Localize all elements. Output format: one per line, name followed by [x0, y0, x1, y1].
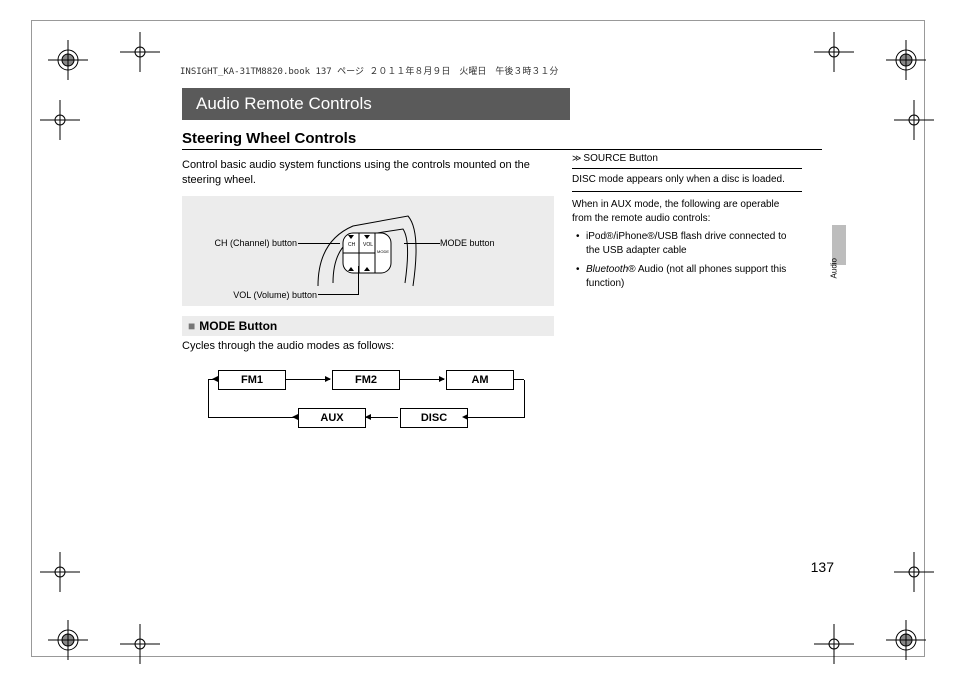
leader-line: [358, 266, 359, 295]
mode-heading-text: MODE Button: [199, 319, 277, 333]
leader-line: [404, 243, 440, 244]
crop-mark-icon: [120, 32, 160, 75]
flow-box-am: AM: [446, 370, 514, 390]
diagram-label-ch: CH (Channel) button: [192, 238, 297, 248]
flow-line: [514, 379, 524, 380]
arrow-icon: [286, 379, 330, 380]
registration-mark-icon: [48, 40, 88, 80]
leader-line: [298, 243, 340, 244]
diagram-label-mode: MODE button: [440, 238, 495, 248]
arrow-icon: [292, 414, 298, 420]
arrow-icon: [400, 379, 444, 380]
svg-text:MODE: MODE: [377, 249, 389, 254]
list-item-text-italic: Bluetooth: [586, 264, 628, 275]
crop-mark-icon: [40, 552, 80, 595]
left-column: Control basic audio system functions usi…: [182, 152, 554, 446]
sidebar-heading-text: SOURCE Button: [583, 153, 657, 164]
mode-section-heading: ■ MODE Button: [182, 316, 554, 336]
registration-mark-icon: [886, 40, 926, 80]
flow-box-disc: DISC: [400, 408, 468, 428]
registration-mark-icon: [886, 620, 926, 660]
arrow-icon: [366, 417, 398, 418]
right-column: ≫SOURCE Button DISC mode appears only wh…: [572, 152, 802, 446]
flow-box-fm1: FM1: [218, 370, 286, 390]
list-item: Bluetooth® Audio (not all phones support…: [576, 263, 802, 290]
sidebar-heading: ≫SOURCE Button: [572, 152, 802, 169]
flow-line: [524, 380, 525, 418]
flow-line: [208, 417, 296, 418]
flow-box-aux: AUX: [298, 408, 366, 428]
section-tab-label: Audio: [829, 258, 838, 278]
mode-flow-diagram: FM1 FM2 AM AUX DISC: [208, 366, 554, 446]
crop-mark-icon: [814, 624, 854, 667]
flow-line: [208, 380, 209, 418]
sidebar-list: iPod®/iPhone®/USB flash drive connected …: [572, 230, 802, 290]
svg-text:VOL: VOL: [363, 242, 373, 248]
arrow-icon: [462, 414, 468, 420]
leader-line: [318, 294, 358, 295]
crop-mark-icon: [120, 624, 160, 667]
sidebar-note-aux: When in AUX mode, the following are oper…: [572, 198, 802, 226]
page-number: 137: [811, 559, 834, 575]
steering-wheel-icon: CH VOL MODE: [313, 211, 423, 291]
list-item-text: iPod®/iPhone®/USB flash drive connected …: [586, 231, 786, 256]
crop-mark-icon: [40, 100, 80, 143]
page-subtitle: Steering Wheel Controls: [182, 130, 822, 150]
flow-box-fm2: FM2: [332, 370, 400, 390]
crop-mark-icon: [814, 32, 854, 75]
arrow-icon: [212, 376, 218, 382]
list-item: iPod®/iPhone®/USB flash drive connected …: [576, 230, 802, 257]
intro-text: Control basic audio system functions usi…: [182, 158, 554, 188]
registration-mark-icon: [48, 620, 88, 660]
crop-mark-icon: [894, 100, 934, 143]
crop-mark-icon: [894, 552, 934, 595]
diagram-label-vol: VOL (Volume) button: [212, 290, 317, 300]
file-header-text: INSIGHT_KA-31TM8820.book 137 ページ ２０１１年８月…: [180, 64, 558, 77]
link-icon: ≫: [572, 153, 581, 163]
page-title: Audio Remote Controls: [182, 88, 570, 120]
steering-wheel-diagram: CH VOL MODE CH (Channel) button VOL (Vol…: [182, 196, 554, 306]
square-bullet-icon: ■: [188, 319, 195, 333]
page-content: Audio Remote Controls Steering Wheel Con…: [182, 88, 822, 446]
sidebar-note-disc: DISC mode appears only when a disc is lo…: [572, 173, 802, 192]
svg-text:CH: CH: [348, 242, 356, 248]
flow-line: [468, 417, 524, 418]
mode-section-desc: Cycles through the audio modes as follow…: [182, 340, 554, 352]
